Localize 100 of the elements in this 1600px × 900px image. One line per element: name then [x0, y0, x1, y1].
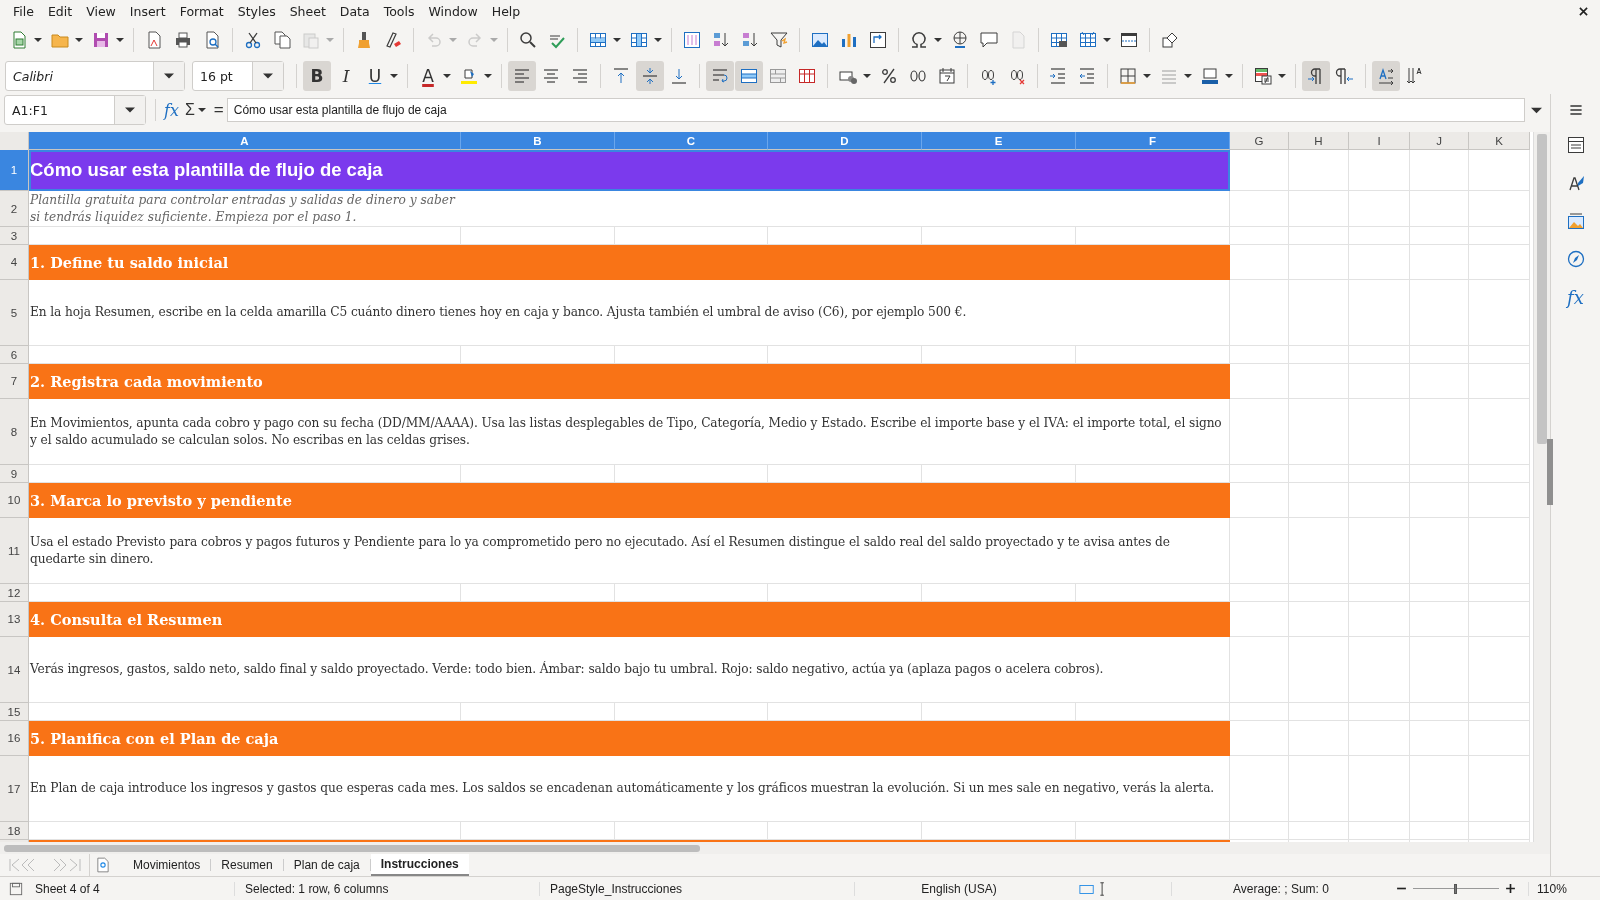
- dropdown-arrow-icon[interactable]: [197, 106, 206, 114]
- zoom-in-icon[interactable]: [1505, 883, 1516, 894]
- row-header[interactable]: 17: [0, 756, 29, 822]
- row-header[interactable]: 10: [0, 483, 29, 518]
- sidebar-handle[interactable]: [1547, 439, 1553, 505]
- dropdown-arrow-icon[interactable]: [1225, 72, 1233, 80]
- menu-item[interactable]: View: [79, 3, 123, 19]
- menu-item[interactable]: Insert: [122, 3, 173, 19]
- close-icon[interactable]: [1579, 6, 1588, 16]
- grid-cell: [1410, 245, 1469, 280]
- row-header[interactable]: 18: [0, 822, 29, 840]
- merge-center-button[interactable]: [735, 61, 763, 91]
- menu-item[interactable]: Format: [172, 3, 231, 19]
- horizontal-scrollbar[interactable]: [0, 842, 1550, 854]
- menu-item[interactable]: Window: [421, 3, 485, 19]
- functions-button[interactable]: fx: [1560, 282, 1591, 312]
- formula-button[interactable]: =: [210, 100, 227, 120]
- font-color-button[interactable]: A: [414, 61, 442, 91]
- column-header[interactable]: I: [1349, 132, 1410, 150]
- align-left-button[interactable]: [508, 61, 536, 91]
- row-header[interactable]: 3: [0, 227, 29, 245]
- zoom-level-text[interactable]: 110%: [1528, 881, 1571, 896]
- dropdown-arrow-icon[interactable]: [443, 72, 451, 80]
- grid-cell: [1289, 703, 1349, 721]
- row-header[interactable]: 14: [0, 637, 29, 703]
- underline-button[interactable]: U: [361, 61, 389, 91]
- dropdown-arrow-icon[interactable]: [1184, 72, 1192, 80]
- name-box[interactable]: A1:F1: [4, 95, 146, 125]
- column-header[interactable]: K: [1469, 132, 1530, 150]
- row-header[interactable]: 11: [0, 518, 29, 584]
- dropdown-arrow-icon[interactable]: [125, 105, 135, 115]
- sum-button[interactable]: Σ: [181, 101, 198, 119]
- menu-item[interactable]: File: [6, 3, 41, 19]
- dropdown-arrow-icon[interactable]: [1143, 72, 1151, 80]
- grid-cell: [1349, 150, 1410, 191]
- align-middle-button[interactable]: [636, 61, 664, 91]
- dropdown-arrow-icon[interactable]: [34, 36, 42, 44]
- sheet-tab[interactable]: Movimientos: [123, 855, 211, 875]
- row-header[interactable]: 1: [0, 150, 29, 191]
- dropdown-arrow-icon[interactable]: [263, 71, 273, 81]
- function-wizard-button[interactable]: fx: [161, 100, 182, 120]
- italic-button[interactable]: I: [332, 61, 360, 91]
- menu-item[interactable]: Styles: [230, 3, 283, 19]
- menu-item[interactable]: Edit: [40, 3, 80, 19]
- print-area-icon: [1049, 30, 1069, 50]
- menu-icon[interactable]: [1567, 102, 1584, 118]
- row-header[interactable]: 2: [0, 191, 29, 227]
- column-header[interactable]: E: [922, 132, 1076, 150]
- column-header[interactable]: G: [1230, 132, 1289, 150]
- wrap-text-button[interactable]: [706, 61, 734, 91]
- row-header[interactable]: 8: [0, 399, 29, 465]
- column-header[interactable]: A: [29, 132, 461, 150]
- menu-item[interactable]: Tools: [376, 3, 422, 19]
- dropdown-arrow-icon[interactable]: [934, 36, 942, 44]
- column-header[interactable]: J: [1410, 132, 1469, 150]
- menu-item[interactable]: Help: [484, 3, 528, 19]
- page-style-text: PageStyle_Instrucciones: [539, 881, 854, 896]
- menu-item[interactable]: Data: [332, 3, 377, 19]
- column-header[interactable]: F: [1076, 132, 1230, 150]
- bold-button[interactable]: B: [303, 61, 331, 91]
- dropdown-arrow-icon[interactable]: [484, 72, 492, 80]
- column-header[interactable]: B: [461, 132, 615, 150]
- row-header[interactable]: 15: [0, 703, 29, 721]
- sheet-tab[interactable]: Resumen: [211, 855, 283, 875]
- dropdown-arrow-icon[interactable]: [116, 36, 124, 44]
- row-header[interactable]: 7: [0, 364, 29, 399]
- dropdown-arrow-icon[interactable]: [863, 72, 871, 80]
- sheet-tab[interactable]: Plan de caja: [283, 855, 370, 875]
- menu-item[interactable]: Sheet: [282, 3, 333, 19]
- row-header[interactable]: 16: [0, 721, 29, 756]
- text-direction-button[interactable]: [1372, 61, 1400, 91]
- formula-input[interactable]: Cómo usar esta plantilla de flujo de caja: [226, 98, 1525, 122]
- column-header[interactable]: C: [615, 132, 768, 150]
- dropdown-arrow-icon[interactable]: [613, 36, 621, 44]
- dropdown-arrow-icon[interactable]: [1103, 36, 1111, 44]
- row-header[interactable]: 6: [0, 346, 29, 364]
- dropdown-arrow-icon[interactable]: [75, 36, 83, 44]
- left-to-right-button[interactable]: [1302, 61, 1330, 91]
- row-header[interactable]: 5: [0, 280, 29, 346]
- row-header[interactable]: 12: [0, 584, 29, 602]
- add-sheet-icon[interactable]: [97, 857, 109, 873]
- dropdown-arrow-icon[interactable]: [654, 36, 662, 44]
- grid-cell: [1410, 150, 1469, 191]
- font-size-field[interactable]: 16 pt: [192, 61, 284, 91]
- dropdown-arrow-icon[interactable]: [390, 72, 398, 80]
- align-right-icon: [570, 66, 590, 86]
- column-header[interactable]: D: [768, 132, 922, 150]
- dropdown-arrow-icon[interactable]: [164, 71, 174, 81]
- clear-formatting-icon: [383, 30, 403, 50]
- sheet-tab[interactable]: Instrucciones: [370, 854, 469, 876]
- column-header[interactable]: H: [1289, 132, 1349, 150]
- font-name-field[interactable]: Calibri: [5, 61, 185, 91]
- find-replace-icon: [518, 30, 538, 50]
- language-text[interactable]: English (USA): [854, 881, 1063, 896]
- row-header[interactable]: 9: [0, 465, 29, 483]
- row-header[interactable]: 4: [0, 245, 29, 280]
- grid-cell: [1349, 518, 1410, 584]
- row-header[interactable]: 13: [0, 602, 29, 637]
- vertical-scrollbar[interactable]: [1533, 132, 1550, 842]
- dropdown-arrow-icon[interactable]: [1278, 72, 1286, 80]
